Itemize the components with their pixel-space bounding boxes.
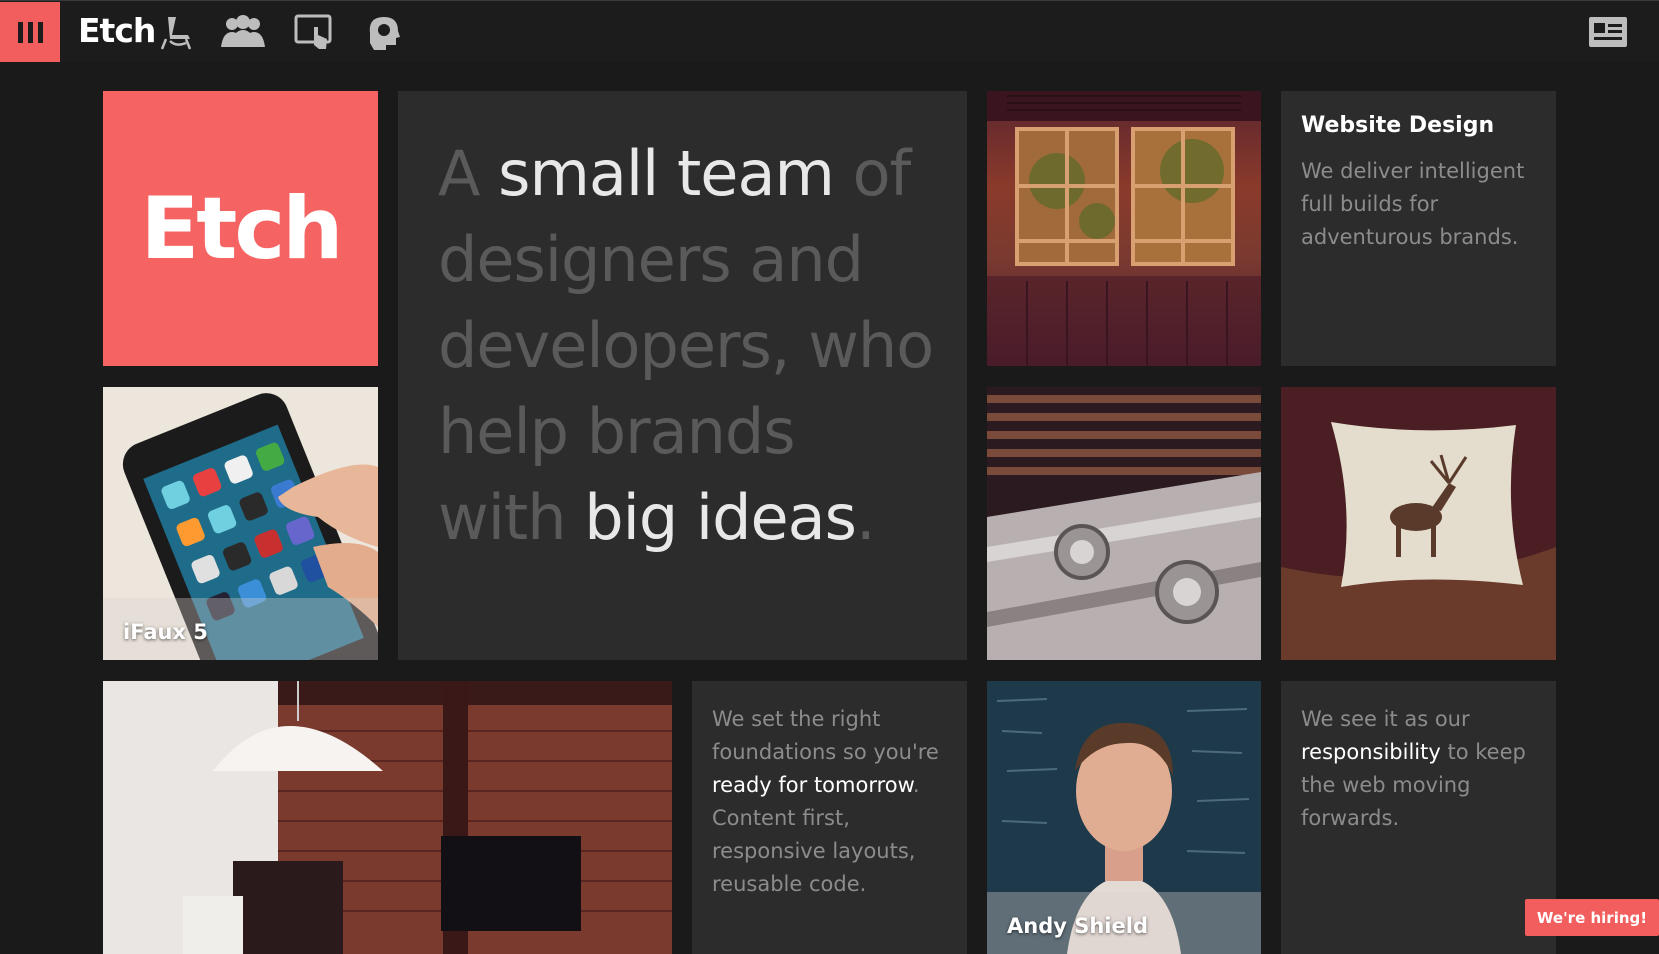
responsibility-text-dim: We see it as our xyxy=(1301,707,1470,731)
menu-bar xyxy=(27,21,33,43)
logo-tile-brand: Etch xyxy=(140,178,343,279)
person-caption-bar: Andy Shield xyxy=(987,892,1261,954)
person-tile[interactable]: Andy Shield xyxy=(987,681,1261,954)
service-description: We deliver intelligent full builds for a… xyxy=(1301,159,1525,249)
service-title: Website Design xyxy=(1301,113,1495,138)
responsibility-text-highlight: responsibility xyxy=(1301,740,1441,764)
pillow-photo xyxy=(1281,387,1556,660)
radio-photo xyxy=(987,387,1261,660)
foundations-text-highlight: ready for tomorrow xyxy=(712,773,913,797)
logo-tile[interactable]: Etch xyxy=(103,91,378,366)
person-name: Andy Shield xyxy=(1007,914,1148,938)
service-card[interactable]: Website Design We deliver intelligent fu… xyxy=(1281,91,1556,366)
project-caption: iFaux 5 xyxy=(123,620,208,644)
menu-button[interactable] xyxy=(0,2,60,62)
hero-tile: A small team of designers and developers… xyxy=(398,91,967,660)
radio-photo-tile[interactable] xyxy=(987,387,1261,660)
chair-icon[interactable] xyxy=(156,13,196,51)
project-caption-bar: iFaux 5 xyxy=(103,598,378,660)
newspaper-icon[interactable] xyxy=(1588,16,1628,48)
pillow-photo-tile[interactable] xyxy=(1281,387,1556,660)
window-photo-tile[interactable] xyxy=(987,91,1261,366)
touchscreen-icon[interactable] xyxy=(294,13,334,51)
menu-bar xyxy=(17,21,23,43)
header-logo[interactable]: Etch xyxy=(78,11,156,50)
responsibility-text: We see it as our responsibility to keep … xyxy=(1301,703,1534,835)
project-tile[interactable]: iFaux 5 xyxy=(103,387,378,660)
room-photo-tile[interactable] xyxy=(103,681,672,954)
hero-text-dim: A xyxy=(438,137,480,210)
window-photo xyxy=(987,91,1261,366)
hero-statement: A small team of designers and developers… xyxy=(438,131,937,561)
responsibility-card[interactable]: We see it as our responsibility to keep … xyxy=(1281,681,1556,954)
room-photo xyxy=(103,681,672,954)
top-navigation-bar: Etch xyxy=(0,0,1659,62)
head-idea-icon[interactable] xyxy=(364,13,404,51)
menu-bar xyxy=(37,21,43,43)
hero-text-highlight: small team xyxy=(498,137,835,210)
hero-text-dim: . xyxy=(855,481,876,554)
foundations-text: We set the right foundations so you're r… xyxy=(712,703,945,901)
hiring-button[interactable]: We're hiring! xyxy=(1525,899,1659,936)
foundations-card[interactable]: We set the right foundations so you're r… xyxy=(692,681,967,954)
foundations-text-dim: We set the right foundations so you're xyxy=(712,707,939,764)
team-icon[interactable] xyxy=(218,13,268,51)
hero-text-highlight: big ideas xyxy=(584,481,857,554)
